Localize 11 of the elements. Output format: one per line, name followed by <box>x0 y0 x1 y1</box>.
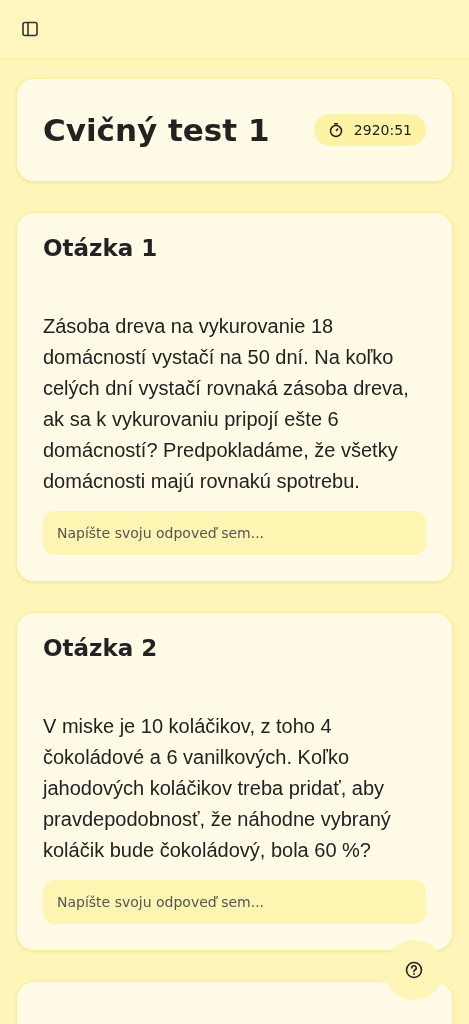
question-title: Otázka 1 <box>43 235 159 261</box>
help-icon <box>405 961 423 979</box>
timer-text: 2920:51 <box>353 122 412 138</box>
question-title: Otázka 2 <box>43 635 159 661</box>
answer-field[interactable]: Napíšte svoju odpoveď sem... <box>43 880 426 924</box>
question-text: V miske je 10 koláčikov, z toho 4 čokoládové a 6 vanilkových. Koľko jahodových koláčikov treba pridať, aby pravdepodobnosť, že náhodne vybraný koláčik bude čokoládový, bola 60 %? <box>43 714 392 863</box>
stopwatch-icon <box>327 122 344 138</box>
test-title: Cvičný test 1 <box>43 112 270 148</box>
sidebar-toggle-icon[interactable] <box>22 21 38 37</box>
answer-field[interactable]: Napíšte svoju odpoveď sem... <box>43 511 426 555</box>
question-text: Zásoba dreva na vykurovanie 18 domácností vystačí na 50 dní. Na koľko celých dní vystačí rovnaká zásoba dreva, ak sa k vykurovaniu pripojí ešte 6 domácností? Predpokladáme, že všetky domácnosti majú rovnakú spotrebu. <box>43 314 410 494</box>
